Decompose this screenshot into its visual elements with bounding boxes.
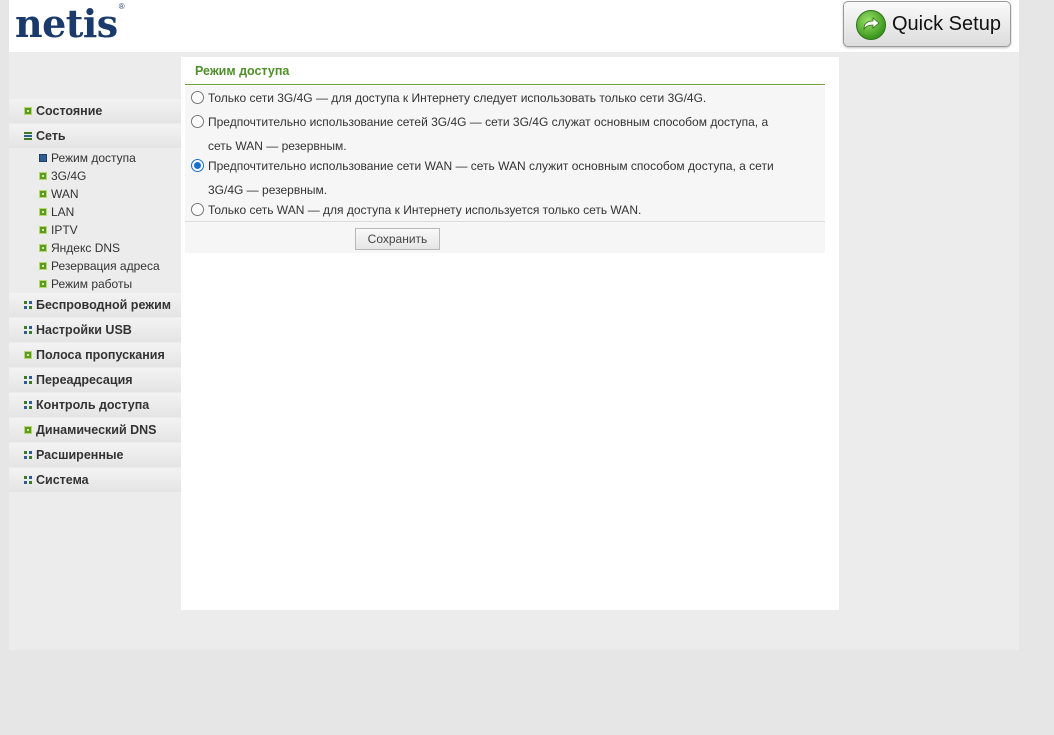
bullet-square-icon bbox=[39, 262, 47, 270]
sidebar-subitem-label: Режим работы bbox=[51, 277, 133, 291]
sidebar-item-dynamic-dns[interactable]: Динамический DNS bbox=[9, 418, 181, 442]
sidebar-subitem-3g4g[interactable]: 3G/4G bbox=[9, 167, 181, 185]
sidebar-item-label: Сеть bbox=[36, 129, 66, 143]
sidebar-item-label: Расширенные bbox=[36, 448, 124, 462]
access-mode-panel: Только сети 3G/4G — для доступа к Интерн… bbox=[185, 86, 825, 253]
section-title: Режим доступа bbox=[185, 57, 825, 85]
sidebar-subitem-label: Резервация адреса bbox=[51, 259, 160, 273]
radio-prefer-3g4g[interactable] bbox=[191, 115, 204, 128]
sidebar-item-label: Контроль доступа bbox=[36, 398, 150, 412]
sidebar-subitem-access-mode[interactable]: Режим доступа bbox=[9, 149, 181, 167]
grid-icon bbox=[24, 301, 32, 309]
bullet-square-icon bbox=[39, 244, 47, 252]
radio-prefer-wan[interactable] bbox=[191, 159, 204, 172]
status-square-icon bbox=[24, 351, 32, 359]
sidebar-item-label: Состояние bbox=[36, 104, 103, 118]
grid-icon bbox=[24, 376, 32, 384]
active-square-icon bbox=[39, 154, 47, 162]
option-label: Только сеть WAN — для доступа к Интернет… bbox=[208, 203, 642, 217]
radio-wan-only[interactable] bbox=[191, 203, 204, 216]
sidebar-item-access-control[interactable]: Контроль доступа bbox=[9, 393, 181, 417]
bullet-square-icon bbox=[39, 226, 47, 234]
sidebar-subitem-lan[interactable]: LAN bbox=[9, 203, 181, 221]
netis-logo: netis® bbox=[15, 1, 125, 46]
sidebar-item-usb-settings[interactable]: Настройки USB bbox=[9, 318, 181, 342]
grid-icon bbox=[24, 401, 32, 409]
sidebar-subitem-label: LAN bbox=[51, 205, 75, 219]
sidebar-subitem-label: Режим доступа bbox=[51, 151, 136, 165]
sidebar-item-label: Беспроводной режим bbox=[36, 298, 172, 312]
option-label: Предпочтительно использование сетей 3G/4… bbox=[208, 115, 769, 129]
option-label-continued: сеть WAN — резервным. bbox=[208, 139, 347, 153]
collapse-icon bbox=[24, 132, 32, 140]
main-content: Режим доступа Только сети 3G/4G — для до… bbox=[181, 57, 839, 610]
sidebar-item-label: Полоса пропускания bbox=[36, 348, 165, 362]
bullet-square-icon bbox=[39, 172, 47, 180]
sidebar-item-label: Переадресация bbox=[36, 373, 133, 387]
option-label: Только сети 3G/4G — для доступа к Интерн… bbox=[208, 91, 707, 105]
quick-setup-label: Quick Setup bbox=[892, 13, 1001, 35]
sidebar-item-network[interactable]: Сеть bbox=[9, 124, 181, 148]
bullet-square-icon bbox=[39, 190, 47, 198]
sidebar-item-label: Система bbox=[36, 473, 89, 487]
grid-icon bbox=[24, 451, 32, 459]
sidebar-item-status[interactable]: Состояние bbox=[9, 99, 181, 123]
sidebar-item-label: Настройки USB bbox=[36, 323, 132, 337]
sidebar-subitem-label: WAN bbox=[51, 187, 79, 201]
grid-icon bbox=[24, 476, 32, 484]
sidebar-subitem-iptv[interactable]: IPTV bbox=[9, 221, 181, 239]
radio-3g4g-only[interactable] bbox=[191, 91, 204, 104]
quick-setup-button[interactable]: Quick Setup bbox=[843, 1, 1011, 47]
sidebar-item-system[interactable]: Система bbox=[9, 468, 181, 492]
sidebar-subitem-address-reservation[interactable]: Резервация адреса bbox=[9, 257, 181, 275]
bullet-square-icon bbox=[39, 208, 47, 216]
bullet-square-icon bbox=[39, 280, 47, 288]
sidebar-item-wireless[interactable]: Беспроводной режим bbox=[9, 293, 181, 317]
sidebar-subitem-label: 3G/4G bbox=[51, 169, 87, 183]
sidebar-item-advanced[interactable]: Расширенные bbox=[9, 443, 181, 467]
option-label-continued: 3G/4G — резервным. bbox=[208, 183, 328, 197]
sidebar-item-forwarding[interactable]: Переадресация bbox=[9, 368, 181, 392]
sidebar-subitem-yandex-dns[interactable]: Яндекс DNS bbox=[9, 239, 181, 257]
sidebar-subitem-operation-mode[interactable]: Режим работы bbox=[9, 275, 181, 293]
sidebar-item-label: Динамический DNS bbox=[36, 423, 157, 437]
sidebar-subitem-label: IPTV bbox=[51, 223, 78, 237]
sidebar-subitem-wan[interactable]: WAN bbox=[9, 185, 181, 203]
option-label: Предпочтительно использование сети WAN —… bbox=[208, 159, 774, 173]
grid-icon bbox=[24, 326, 32, 334]
sidebar-item-bandwidth[interactable]: Полоса пропускания bbox=[9, 343, 181, 367]
divider bbox=[185, 221, 825, 222]
status-square-icon bbox=[24, 426, 32, 434]
save-button[interactable]: Сохранить bbox=[355, 228, 440, 250]
sidebar-subitem-label: Яндекс DNS bbox=[51, 241, 121, 255]
sidebar: Состояние Сеть Режим доступа 3G/4G WAN L… bbox=[9, 99, 181, 493]
refresh-arrow-icon bbox=[856, 10, 886, 40]
header: netis® Quick Setup bbox=[9, 0, 1019, 52]
status-square-icon bbox=[24, 107, 32, 115]
